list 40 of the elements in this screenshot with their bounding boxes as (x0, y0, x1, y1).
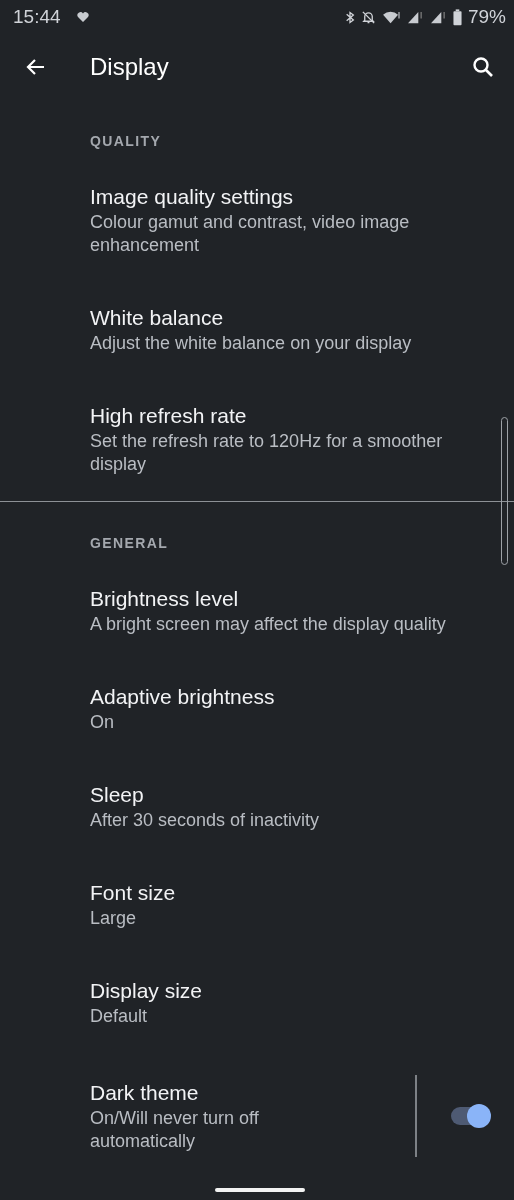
setting-summary: On (90, 711, 115, 734)
setting-summary: After 30 seconds of inactivity (90, 809, 321, 832)
setting-summary: Adjust the white balance on your display (90, 332, 413, 355)
setting-summary: A bright screen may affect the display quality (90, 613, 447, 636)
setting-item[interactable]: Image quality settings Colour gamut and contrast, video image enhancement (0, 160, 514, 281)
section-header: QUALITY (89, 132, 163, 151)
setting-title: Brightness level (90, 586, 240, 612)
status-time: 15:44 (13, 6, 61, 28)
setting-item[interactable]: Adaptive brightness On (0, 660, 514, 758)
setting-item[interactable]: Sleep After 30 seconds of inactivity (0, 758, 514, 856)
signal-icon (406, 9, 424, 25)
setting-title: Display size (90, 978, 204, 1004)
battery-icon (452, 8, 462, 26)
muted-bell-icon (360, 9, 376, 25)
setting-item[interactable]: High refresh rate Set the refresh rate to 120Hz for a smoother display (0, 379, 514, 500)
setting-summary: Default (90, 1005, 149, 1028)
signal-icon (429, 9, 447, 25)
battery-percent: 79% (467, 6, 506, 28)
heart-icon (76, 12, 89, 22)
setting-summary: Large (90, 907, 138, 930)
setting-item[interactable]: White balance Adjust the white balance on your display (0, 281, 514, 379)
setting-item[interactable]: Font size Large (0, 856, 514, 954)
screen-title: Display (90, 53, 169, 81)
wifi-icon (381, 9, 401, 25)
setting-item[interactable]: Display size Default (0, 954, 514, 1052)
setting-item[interactable]: Dark theme On/Will never turn off automatically (0, 1052, 514, 1181)
setting-summary: On/Will never turn off automatically (90, 1107, 260, 1153)
setting-title: Adaptive brightness (90, 684, 276, 710)
setting-title: Font size (90, 880, 177, 906)
setting-title: Dark theme (90, 1080, 200, 1106)
search-icon[interactable] (471, 55, 495, 79)
setting-summary: Set the refresh rate to 120Hz for a smoother display (90, 430, 444, 476)
section-header: GENERAL (89, 534, 170, 553)
setting-title: Sleep (90, 782, 145, 808)
setting-summary: Colour gamut and contrast, video image enhancement (90, 211, 411, 257)
setting-title: White balance (90, 305, 225, 331)
bluetooth-icon (344, 9, 355, 25)
setting-title: Image quality settings (90, 184, 295, 210)
setting-title: High refresh rate (90, 403, 248, 429)
setting-item[interactable]: Brightness level A bright screen may affect the display quality (0, 562, 514, 660)
